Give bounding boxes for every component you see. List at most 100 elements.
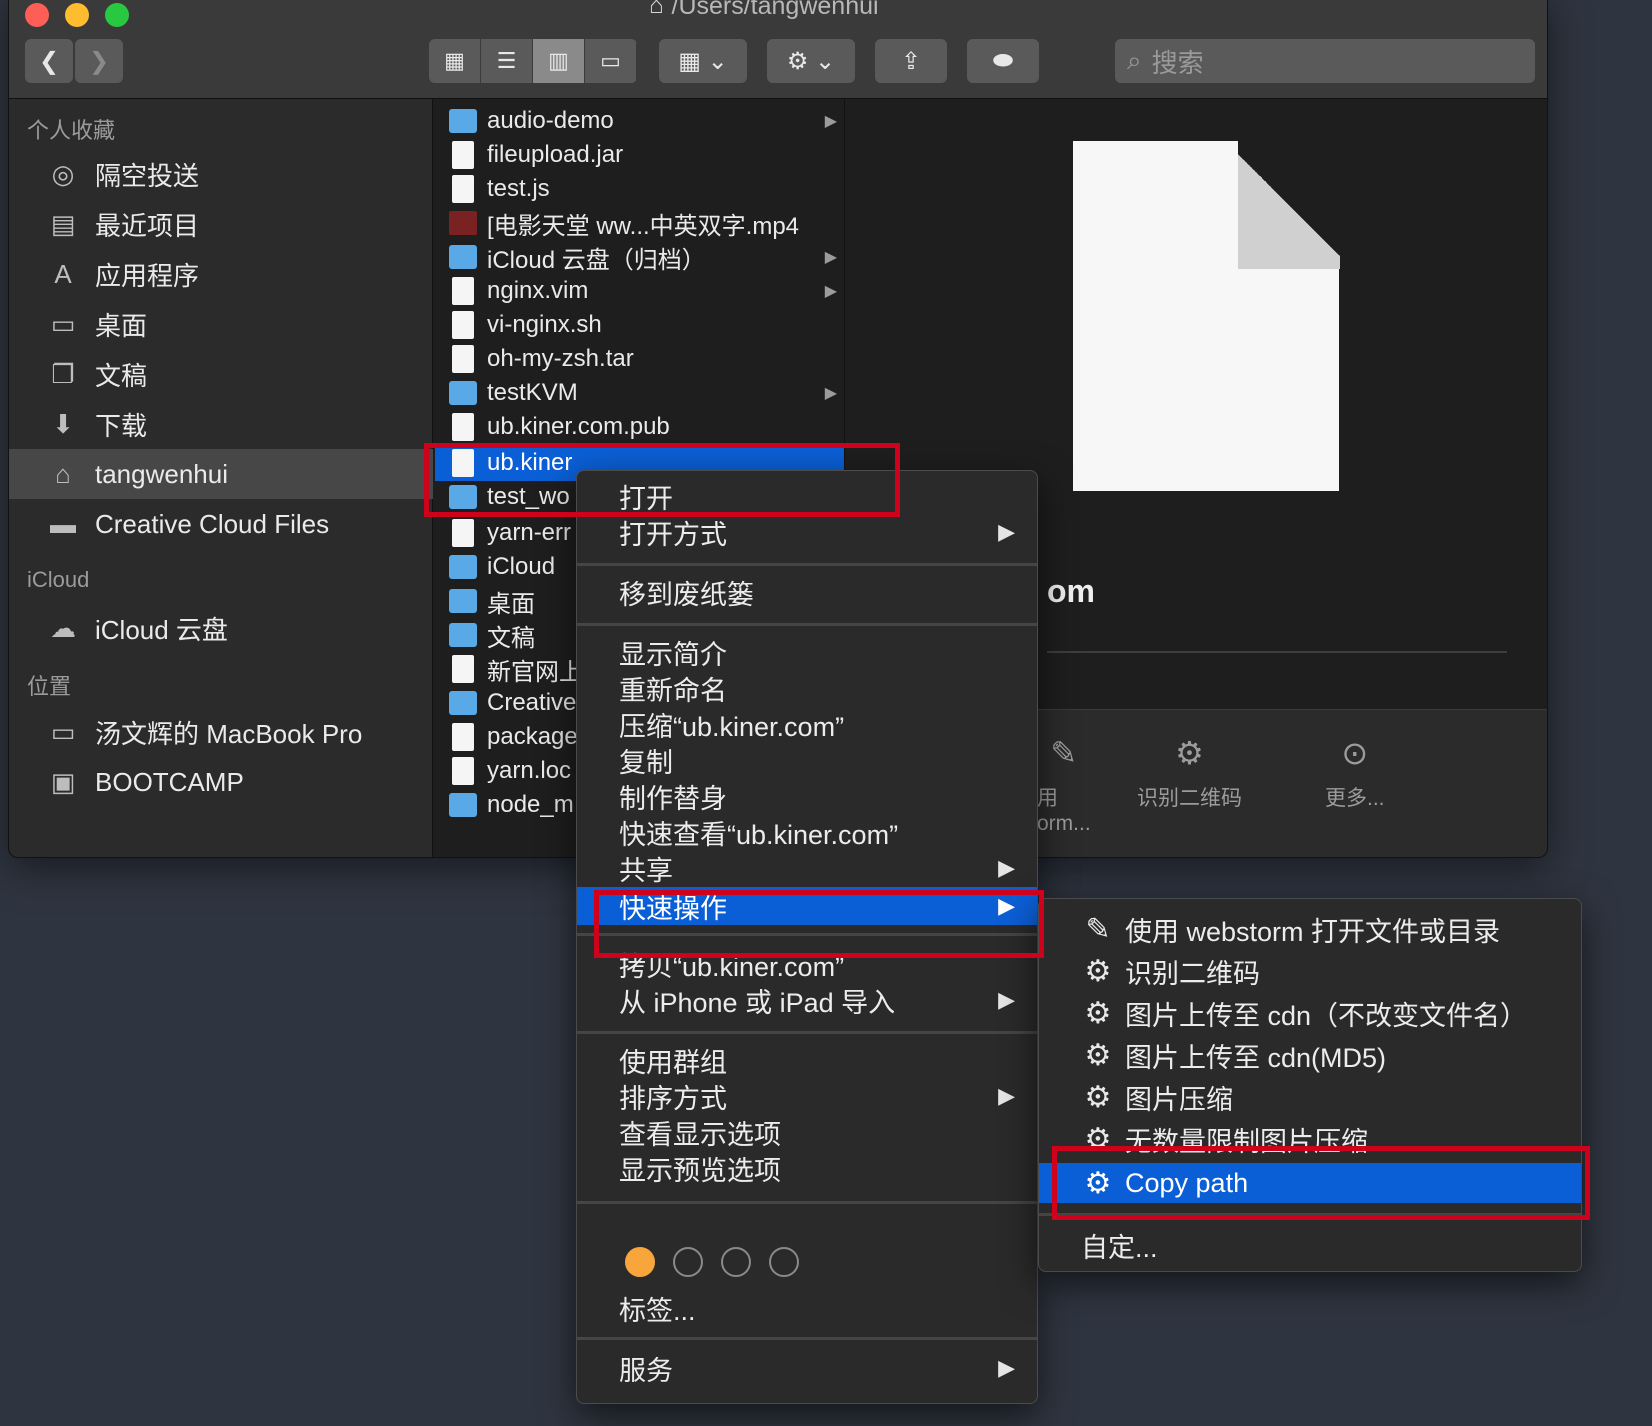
group-by-button[interactable]: ▦ ⌄ — [659, 39, 747, 83]
gallery-view-button[interactable]: ▭ — [585, 39, 637, 83]
menu-item-get-info[interactable]: 显示简介 — [577, 633, 1037, 671]
list-view-button[interactable]: ☰ — [481, 39, 533, 83]
file-row[interactable]: nginx.vim ▶ — [435, 273, 844, 309]
folder-icon — [449, 381, 477, 405]
menu-item-preview-options[interactable]: 显示预览选项 — [577, 1149, 1037, 1187]
sidebar-item-icloud-drive[interactable]: ☁ iCloud 云盘 — [9, 603, 433, 653]
cloud-icon: ☁ — [50, 612, 76, 643]
submenu-item-open-webstorm[interactable]: ✎ 使用 webstorm 打开文件或目录 — [1039, 909, 1581, 949]
tag-empty-dot[interactable] — [769, 1247, 799, 1277]
file-row[interactable]: testKVM ▶ — [435, 375, 844, 411]
sidebar-item-applications[interactable]: A 应用程序 — [9, 249, 433, 299]
folder-icon — [449, 245, 477, 269]
tag-button[interactable]: ⬬ — [967, 39, 1039, 83]
sidebar-item-macbook[interactable]: ▭ 汤文辉的 MacBook Pro — [9, 707, 433, 757]
menu-item-duplicate[interactable]: 复制 — [577, 741, 1037, 779]
log-file-icon — [452, 519, 474, 547]
tag-empty-dot[interactable] — [721, 1247, 751, 1277]
script-file-icon — [452, 311, 474, 339]
more-action[interactable]: ⊙ 更多... — [1325, 734, 1385, 812]
applications-icon: A — [54, 258, 72, 289]
favorites-header: 个人收藏 — [27, 118, 116, 143]
documents-icon: ❐ — [51, 358, 75, 389]
file-row[interactable]: oh-my-zsh.tar — [435, 341, 844, 377]
zoom-window-button[interactable] — [105, 3, 129, 27]
menu-item-services[interactable]: 服务 ▶ — [577, 1349, 1037, 1387]
disclosure-icon: ▶ — [824, 385, 837, 402]
disclosure-icon: ▶ — [824, 113, 837, 130]
forward-button[interactable]: ❯ — [75, 39, 123, 83]
close-window-button[interactable] — [25, 3, 49, 27]
downloads-icon: ⬇ — [52, 408, 74, 439]
gear-icon: ⚙ — [1084, 954, 1112, 988]
menu-item-tags[interactable]: 标签... — [577, 1289, 1037, 1327]
preview-filename: om — [1047, 573, 1095, 609]
menu-item-compress[interactable]: 压缩“ub.kiner.com” — [577, 705, 1037, 743]
share-button[interactable]: ⇪ — [875, 39, 947, 83]
menu-separator — [577, 1031, 1037, 1034]
submenu-arrow-icon: ▶ — [998, 519, 1015, 544]
submenu-item-customize[interactable]: 自定... — [1039, 1225, 1581, 1265]
menu-item-view-options[interactable]: 查看显示选项 — [577, 1113, 1037, 1151]
menu-separator — [577, 563, 1037, 566]
file-row[interactable]: fileupload.jar — [435, 137, 844, 173]
menu-item-rename[interactable]: 重新命名 — [577, 669, 1037, 707]
gear-icon: ⚙ — [1084, 1080, 1112, 1114]
folder-icon — [449, 555, 477, 579]
submenu-arrow-icon: ▶ — [998, 987, 1015, 1012]
sidebar-item-home[interactable]: ⌂ tangwenhui — [9, 449, 433, 499]
document-icon — [452, 655, 474, 683]
file-row[interactable]: audio-demo ▶ — [435, 103, 844, 139]
sidebar-item-creative-cloud[interactable]: ▬ Creative Cloud Files — [9, 499, 433, 549]
window-title: ⌂ /Users/tangwenhui — [649, 0, 879, 21]
chevron-left-icon: ❮ — [38, 47, 60, 75]
minimize-window-button[interactable] — [65, 3, 89, 27]
submenu-arrow-icon: ▶ — [998, 855, 1015, 880]
icon-view-button[interactable]: ▦ — [429, 39, 481, 83]
tag-orange-dot[interactable] — [625, 1247, 655, 1277]
file-row[interactable]: iCloud 云盘（归档） ▶ — [435, 239, 844, 275]
submenu-arrow-icon: ▶ — [998, 1083, 1015, 1108]
script-file-icon — [452, 723, 474, 751]
submenu-item-upload-cdn-md5[interactable]: ⚙ 图片上传至 cdn(MD5) — [1039, 1035, 1581, 1075]
file-row[interactable]: [电影天堂 ww...中英双字.mp4 — [435, 205, 844, 241]
gear-icon: ⚙ — [1084, 1038, 1112, 1072]
annotation-highlight-open — [424, 443, 900, 517]
tag-empty-dot[interactable] — [673, 1247, 703, 1277]
back-button[interactable]: ❮ — [25, 39, 73, 83]
file-row[interactable]: test.js — [435, 171, 844, 207]
open-webstorm-action[interactable]: ✎ 用 orm... — [1037, 734, 1091, 836]
action-menu-button[interactable]: ⚙ ⌄ — [767, 39, 855, 83]
submenu-item-qr-code[interactable]: ⚙ 识别二维码 — [1039, 951, 1581, 991]
menu-item-sort-by[interactable]: 排序方式 ▶ — [577, 1077, 1037, 1115]
menu-item-move-to-trash[interactable]: 移到废纸篓 — [577, 573, 1037, 611]
file-row[interactable]: ub.kiner.com.pub — [435, 409, 844, 445]
sidebar-item-recents[interactable]: ▤ 最近项目 — [9, 199, 433, 249]
sidebar-item-bootcamp[interactable]: ▣ BOOTCAMP — [9, 757, 433, 807]
home-icon: ⌂ — [55, 458, 71, 489]
toolbar: ⌂ /Users/tangwenhui ❮ ❯ ▦ ☰ ▥ ▭ ▦ ⌄ ⚙ ⌄ … — [9, 0, 1547, 99]
qr-code-action[interactable]: ⚙ 识别二维码 — [1137, 734, 1242, 812]
sidebar-item-desktop[interactable]: ▭ 桌面 — [9, 299, 433, 349]
search-field[interactable]: ⌕ 搜索 — [1115, 39, 1535, 83]
column-view-button[interactable]: ▥ — [533, 39, 585, 83]
search-icon: ⌕ — [1127, 45, 1142, 75]
edit-icon: ✎ — [1050, 735, 1078, 771]
annotation-highlight-copy-path — [1052, 1146, 1590, 1220]
columns-icon: ▥ — [548, 48, 569, 73]
menu-item-make-alias[interactable]: 制作替身 — [577, 777, 1037, 815]
menu-item-open-with[interactable]: 打开方式 ▶ — [577, 513, 1037, 551]
file-row[interactable]: vi-nginx.sh — [435, 307, 844, 343]
sidebar-item-documents[interactable]: ❐ 文稿 — [9, 349, 433, 399]
folder-icon — [449, 623, 477, 647]
menu-item-quick-look[interactable]: 快速查看“ub.kiner.com” — [577, 813, 1037, 851]
menu-item-share[interactable]: 共享 ▶ — [577, 849, 1037, 887]
menu-item-import-from-iphone[interactable]: 从 iPhone 或 iPad 导入 ▶ — [577, 981, 1037, 1019]
sidebar-item-downloads[interactable]: ⬇ 下载 — [9, 399, 433, 449]
menu-item-use-groups[interactable]: 使用群组 — [577, 1041, 1037, 1079]
submenu-item-upload-cdn[interactable]: ⚙ 图片上传至 cdn（不改变文件名） — [1039, 993, 1581, 1033]
submenu-item-compress-image[interactable]: ⚙ 图片压缩 — [1039, 1077, 1581, 1117]
sidebar-item-airdrop[interactable]: ◎ 隔空投送 — [9, 149, 433, 199]
chevron-right-icon: ❯ — [88, 47, 110, 75]
archive-file-icon — [452, 345, 474, 373]
